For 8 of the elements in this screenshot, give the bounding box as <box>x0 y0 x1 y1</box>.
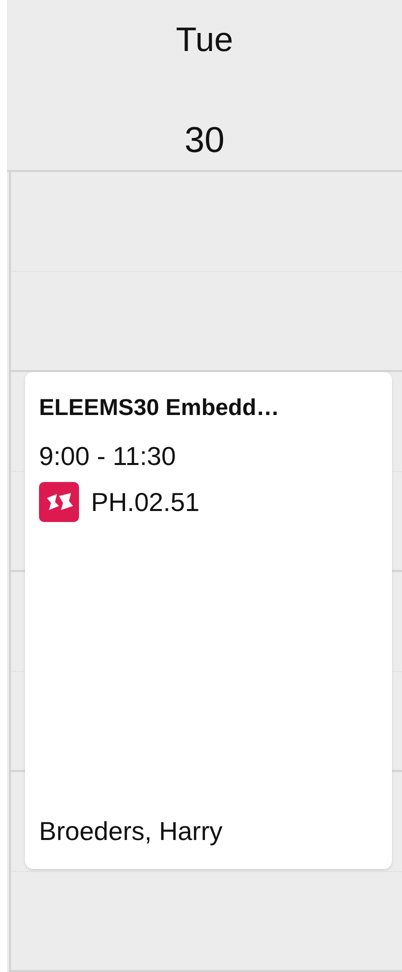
location-icon <box>39 482 79 522</box>
event-title: ELEEMS30 Embedd… <box>39 393 280 422</box>
event-card[interactable]: ELEEMS30 Embedd… 9:00 - 11:30 PH.02.51 Broeders, Harry <box>25 372 392 869</box>
event-location: PH.02.51 <box>91 486 200 518</box>
event-time: 9:00 - 11:30 <box>39 440 177 472</box>
day-number: 30 <box>184 120 225 160</box>
weekday-label: Tue <box>176 20 234 60</box>
event-teacher: Broeders, Harry <box>39 815 224 847</box>
